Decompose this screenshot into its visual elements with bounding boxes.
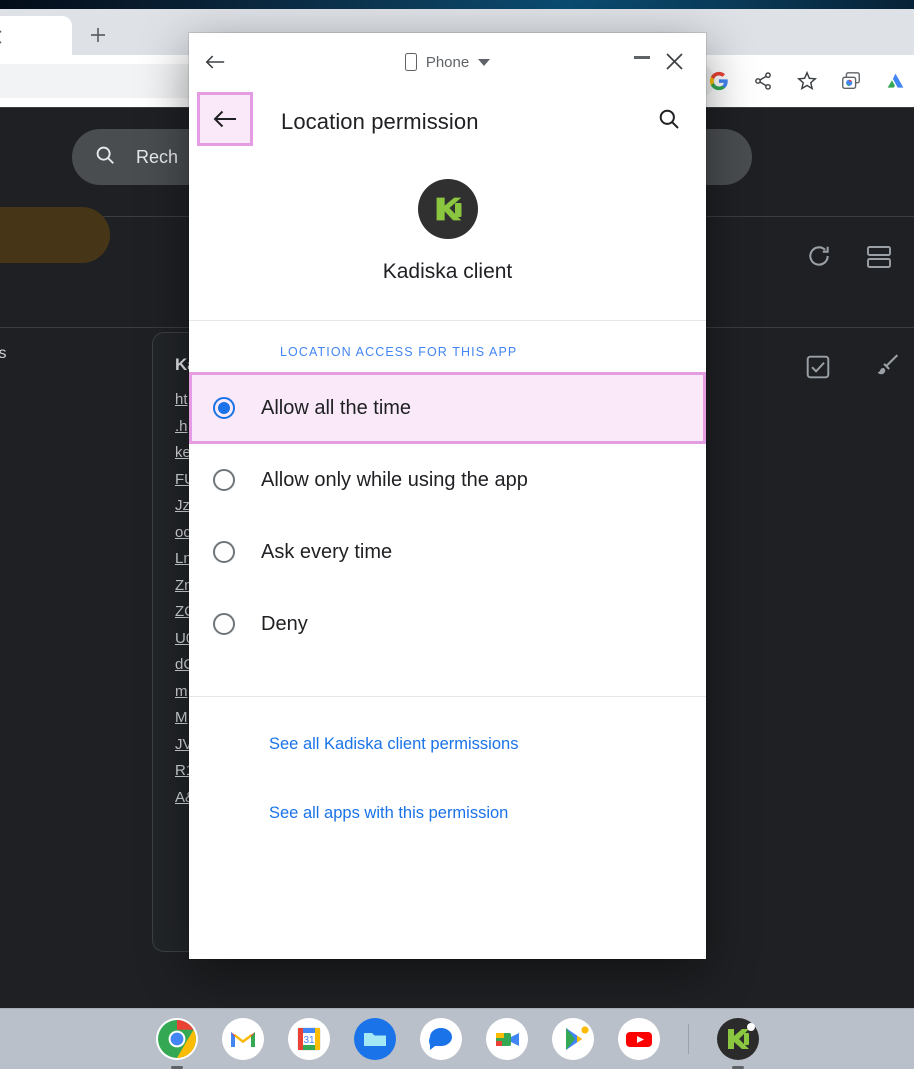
option-label: Allow only while using the app bbox=[261, 468, 528, 491]
shelf-item-calendar[interactable]: 31 bbox=[286, 1016, 332, 1062]
permission-option-deny[interactable]: Deny bbox=[189, 588, 706, 660]
shelf-item-meet[interactable] bbox=[484, 1016, 530, 1062]
shelf-divider bbox=[687, 1024, 689, 1054]
shelf-item-youtube[interactable] bbox=[616, 1016, 662, 1062]
chevron-down-icon[interactable] bbox=[478, 58, 491, 66]
shelf: 31 bbox=[0, 1008, 914, 1069]
app-identity-block: Kadiska client bbox=[189, 153, 706, 320]
device-selector[interactable]: Phone bbox=[189, 33, 706, 91]
permission-links: See all Kadiska client permissions See a… bbox=[189, 697, 706, 823]
new-tab-button[interactable] bbox=[84, 21, 112, 49]
app-back-button[interactable] bbox=[197, 92, 253, 146]
google-g-icon[interactable] bbox=[706, 68, 732, 94]
reload-icon[interactable] bbox=[806, 243, 832, 274]
radio-button[interactable] bbox=[213, 469, 235, 491]
app-header: Location permission bbox=[189, 91, 706, 153]
bookmark-star-icon[interactable] bbox=[794, 68, 820, 94]
shelf-item-kadiska[interactable] bbox=[715, 1016, 761, 1069]
option-label: Ask every time bbox=[261, 540, 393, 563]
page-pill-chip[interactable] bbox=[0, 207, 110, 263]
close-icon[interactable] bbox=[660, 47, 688, 75]
shelf-item-chat[interactable] bbox=[418, 1016, 464, 1062]
android-app-window: Phone Location permission Kadiska client… bbox=[189, 33, 706, 959]
radio-dot bbox=[218, 402, 230, 414]
permission-option-allow-all-the-time[interactable]: Allow all the time bbox=[189, 372, 706, 444]
toolbar-icon-group bbox=[706, 64, 914, 98]
close-icon[interactable] bbox=[0, 26, 6, 48]
page-search-placeholder: Rech bbox=[136, 146, 179, 167]
shelf-item-files[interactable] bbox=[352, 1016, 398, 1062]
desktop-wallpaper bbox=[0, 0, 914, 9]
radio-button[interactable] bbox=[213, 613, 235, 635]
chrome-tabs-icon[interactable] bbox=[838, 68, 864, 94]
shelf-item-play-store[interactable] bbox=[550, 1016, 596, 1062]
radio-button[interactable] bbox=[213, 541, 235, 563]
split-view-icon[interactable] bbox=[866, 245, 892, 274]
see-all-app-permissions-link[interactable]: See all Kadiska client permissions bbox=[269, 735, 706, 754]
phone-icon bbox=[404, 53, 417, 71]
share-icon[interactable] bbox=[750, 68, 776, 94]
shelf-item-gmail[interactable] bbox=[220, 1016, 266, 1062]
app-name: Kadiska client bbox=[382, 260, 513, 283]
option-label: Deny bbox=[261, 612, 308, 635]
screen: ogle.com bbox=[0, 0, 914, 1069]
google-drive-icon[interactable] bbox=[882, 68, 908, 94]
permission-option-ask-every-time[interactable]: Ask every time bbox=[189, 516, 706, 588]
kadiska-app-icon bbox=[417, 179, 478, 239]
minimize-icon[interactable] bbox=[634, 56, 650, 59]
search-icon[interactable] bbox=[652, 102, 686, 136]
paintbrush-icon[interactable] bbox=[874, 351, 902, 384]
see-all-apps-with-permission-link[interactable]: See all apps with this permission bbox=[269, 804, 706, 823]
page-side-label: lés bbox=[0, 345, 7, 362]
search-icon bbox=[94, 144, 116, 171]
radio-button-selected[interactable] bbox=[213, 397, 235, 419]
permission-option-list: Allow all the time Allow only while usin… bbox=[189, 372, 706, 696]
checkbox-checked-icon[interactable] bbox=[805, 354, 831, 385]
section-title: LOCATION ACCESS FOR THIS APP bbox=[280, 345, 518, 359]
permission-option-allow-while-using[interactable]: Allow only while using the app bbox=[189, 444, 706, 516]
window-title-bar: Phone bbox=[189, 33, 706, 91]
shelf-item-chrome[interactable] bbox=[154, 1016, 200, 1069]
browser-tab[interactable] bbox=[0, 16, 72, 55]
svg-text:31: 31 bbox=[303, 1035, 315, 1046]
device-label: Phone bbox=[425, 53, 470, 71]
option-label: Allow all the time bbox=[261, 396, 412, 419]
page-title: Location permission bbox=[281, 109, 479, 134]
